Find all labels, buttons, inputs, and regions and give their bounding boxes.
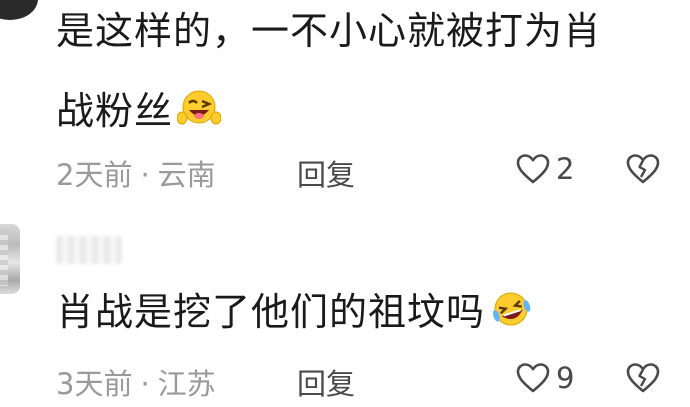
comment-text-line: 肖战是挖了他们的祖坟吗	[56, 289, 533, 331]
wink-tongue-hands-emoji-icon	[176, 88, 222, 128]
comment-text: 是这样的，一不小心就被打为肖	[56, 9, 603, 53]
separator-dot: ·	[140, 367, 150, 401]
comment-location: 云南	[157, 158, 216, 192]
comment-location: 江苏	[157, 367, 216, 401]
comment-time: 3天前	[56, 367, 133, 401]
reply-button[interactable]: 回复	[297, 361, 355, 403]
dislike-button[interactable]	[626, 362, 660, 398]
comment-text-line: 战粉丝	[56, 88, 222, 133]
comment-thread: 是这样的，一不小心就被打为肖 战粉丝 2天前 · 云南 回复 2 肖战是挖了他们…	[0, 0, 690, 407]
username-redacted[interactable]	[56, 236, 122, 264]
reply-button[interactable]: 回复	[297, 152, 355, 194]
comment-text-line: 是这样的，一不小心就被打为肖	[56, 12, 602, 50]
comment-time: 2天前	[56, 158, 133, 192]
like-button[interactable]: 9	[516, 361, 574, 395]
like-count: 9	[556, 361, 575, 395]
rolling-laughing-emoji-icon	[489, 289, 533, 329]
avatar[interactable]	[0, 224, 20, 294]
dislike-button[interactable]	[626, 153, 660, 189]
broken-heart-outline-icon	[626, 363, 660, 393]
heart-outline-icon	[516, 154, 550, 184]
like-count: 2	[556, 152, 575, 186]
comment-text: 肖战是挖了他们的祖坟吗	[56, 290, 486, 334]
broken-heart-outline-icon	[626, 154, 660, 184]
avatar[interactable]	[0, 0, 38, 20]
like-button[interactable]: 2	[516, 152, 574, 186]
heart-outline-icon	[516, 363, 550, 393]
separator-dot: ·	[140, 158, 150, 192]
comment-text: 战粉丝	[56, 89, 174, 133]
comment-meta: 2天前 · 云南	[56, 152, 216, 194]
comment-meta: 3天前 · 江苏	[56, 361, 216, 403]
